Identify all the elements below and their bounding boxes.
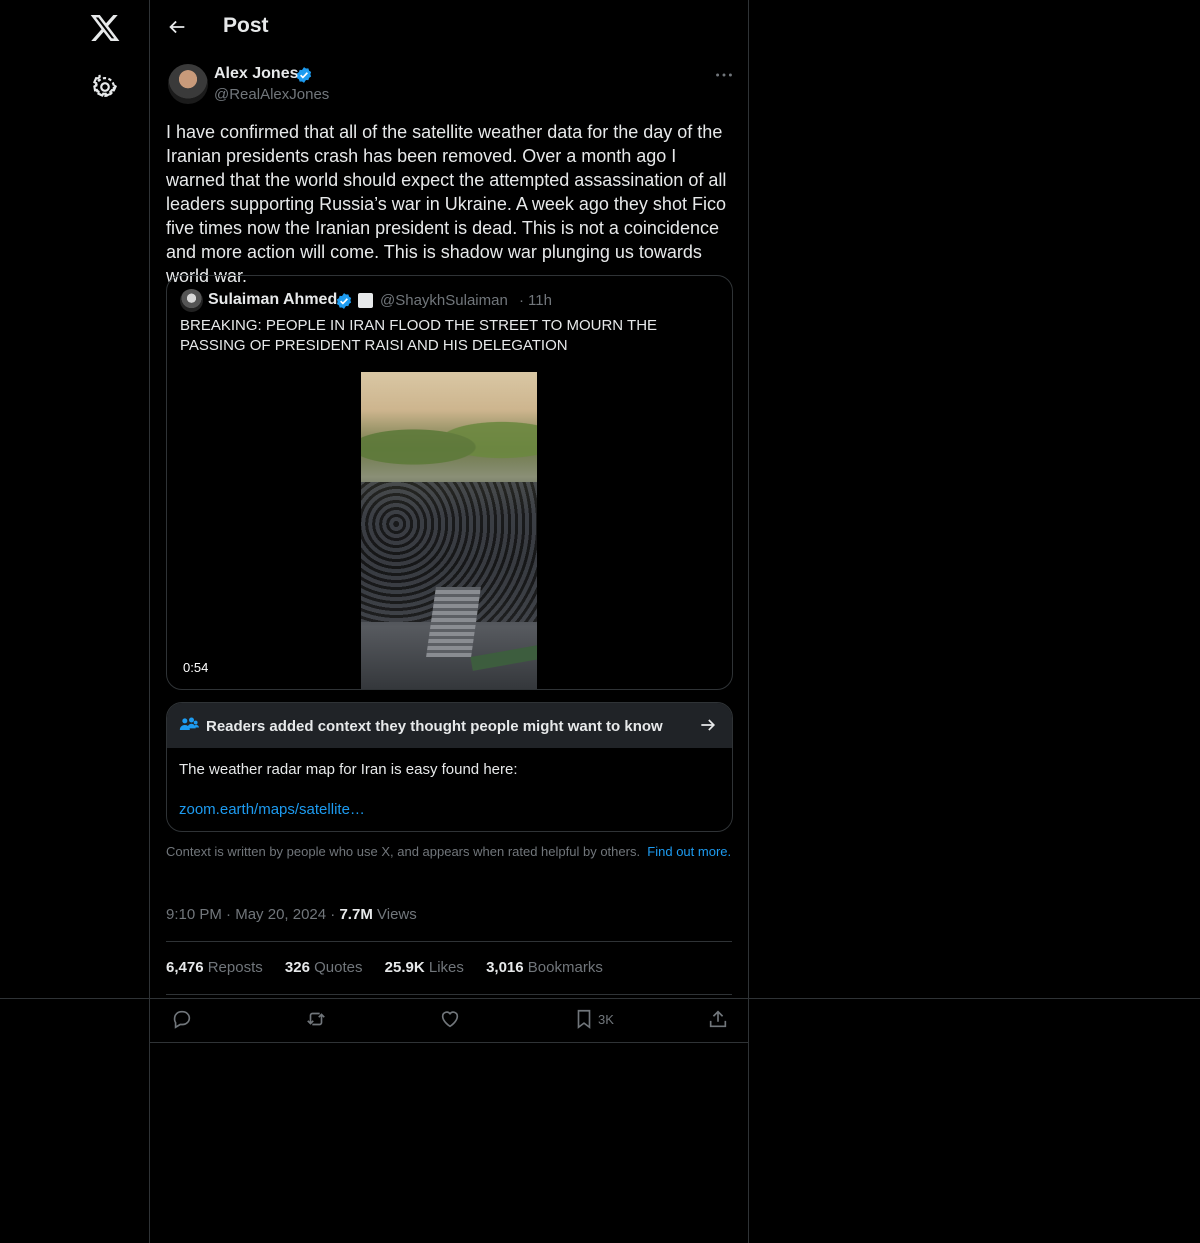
gear-icon[interactable] — [92, 74, 118, 100]
author-handle[interactable]: @RealAlexJones — [214, 86, 329, 103]
post-date[interactable]: May 20, 2024 — [235, 906, 326, 923]
quoted-post[interactable]: Sulaiman Ahmed @ShaykhSulaiman · 11h BRE… — [166, 275, 733, 690]
separator-dot: · — [226, 906, 236, 923]
video-frame-trees — [361, 412, 537, 482]
divider — [0, 998, 1200, 999]
people-icon — [179, 717, 199, 730]
likes-count: 25.9K — [384, 959, 425, 976]
community-note[interactable]: Readers added context they thought peopl… — [166, 702, 733, 832]
views-label: Views — [377, 906, 417, 923]
verified-icon — [296, 67, 312, 83]
video-frame-railing — [470, 643, 537, 671]
reposts-stat[interactable]: 6,476 Reposts — [166, 959, 263, 976]
post-text: I have confirmed that all of the satelli… — [166, 122, 727, 286]
views-count: 7.7M — [339, 906, 373, 923]
author-name[interactable]: Alex Jones — [214, 65, 298, 83]
video-player[interactable] — [361, 372, 537, 689]
left-rail — [0, 0, 149, 1243]
engagement-stats: 6,476 Reposts 326 Quotes 25.9K Likes 3,0… — [166, 959, 621, 976]
quotes-label: Quotes — [314, 959, 363, 976]
quote-author-name[interactable]: Sulaiman Ahmed — [208, 291, 337, 309]
page-title: Post — [223, 14, 269, 37]
community-note-body: The weather radar map for Iran is easy f… — [179, 761, 518, 778]
bookmarks-count: 3,016 — [486, 959, 524, 976]
quote-timestamp[interactable]: 11h — [528, 292, 552, 309]
video-frame-object — [426, 587, 481, 657]
divider — [166, 994, 732, 995]
context-disclaimer: Context is written by people who use X, … — [166, 844, 733, 860]
avatar[interactable] — [168, 64, 208, 104]
more-icon[interactable] — [713, 64, 735, 86]
divider — [150, 1042, 748, 1043]
bookmark-icon[interactable] — [573, 1008, 595, 1030]
post-meta: 9:10 PM · May 20, 2024 · 7.7M Views — [166, 906, 417, 923]
quotes-stat[interactable]: 326 Quotes — [285, 959, 363, 976]
repost-icon[interactable] — [305, 1008, 327, 1030]
post-time[interactable]: 9:10 PM — [166, 906, 222, 923]
find-out-more-link[interactable]: Find out more. — [647, 844, 731, 859]
quotes-count: 326 — [284, 959, 310, 976]
bookmarks-label: Bookmarks — [527, 959, 603, 976]
affiliate-badge-icon — [358, 293, 373, 308]
community-note-title: Readers added context they thought peopl… — [206, 718, 663, 735]
likes-label: Likes — [428, 959, 464, 976]
context-text: Context is written by people who use X, … — [166, 844, 641, 859]
reposts-label: Reposts — [207, 959, 263, 976]
x-logo-icon[interactable] — [89, 12, 121, 44]
reposts-count: 6,476 — [166, 959, 204, 976]
main-column: Post Alex Jones @RealAlexJones I have co… — [149, 0, 749, 1243]
separator-dot: · — [519, 292, 524, 309]
video-duration: 0:54 — [183, 660, 209, 675]
quote-avatar[interactable] — [180, 289, 203, 312]
likes-stat[interactable]: 25.9K Likes — [385, 959, 464, 976]
share-icon[interactable] — [707, 1008, 729, 1030]
community-note-link[interactable]: zoom.earth/maps/satellite… — [179, 801, 365, 818]
arrow-right-icon[interactable] — [698, 715, 718, 735]
bookmarks-stat[interactable]: 3,016 Bookmarks — [486, 959, 603, 976]
back-arrow-icon[interactable] — [166, 16, 188, 38]
page-header: Post — [150, 0, 748, 54]
quote-text: BREAKING: PEOPLE IN IRAN FLOOD THE STREE… — [180, 317, 658, 354]
like-icon[interactable] — [439, 1008, 461, 1030]
community-note-header[interactable]: Readers added context they thought peopl… — [167, 703, 732, 748]
quote-author-handle[interactable]: @ShaykhSulaiman — [380, 292, 508, 309]
reply-icon[interactable] — [171, 1008, 193, 1030]
verified-icon — [336, 293, 352, 309]
divider — [166, 941, 732, 942]
bookmark-count: 3K — [598, 1012, 614, 1027]
action-bar: 3K — [150, 1006, 748, 1036]
